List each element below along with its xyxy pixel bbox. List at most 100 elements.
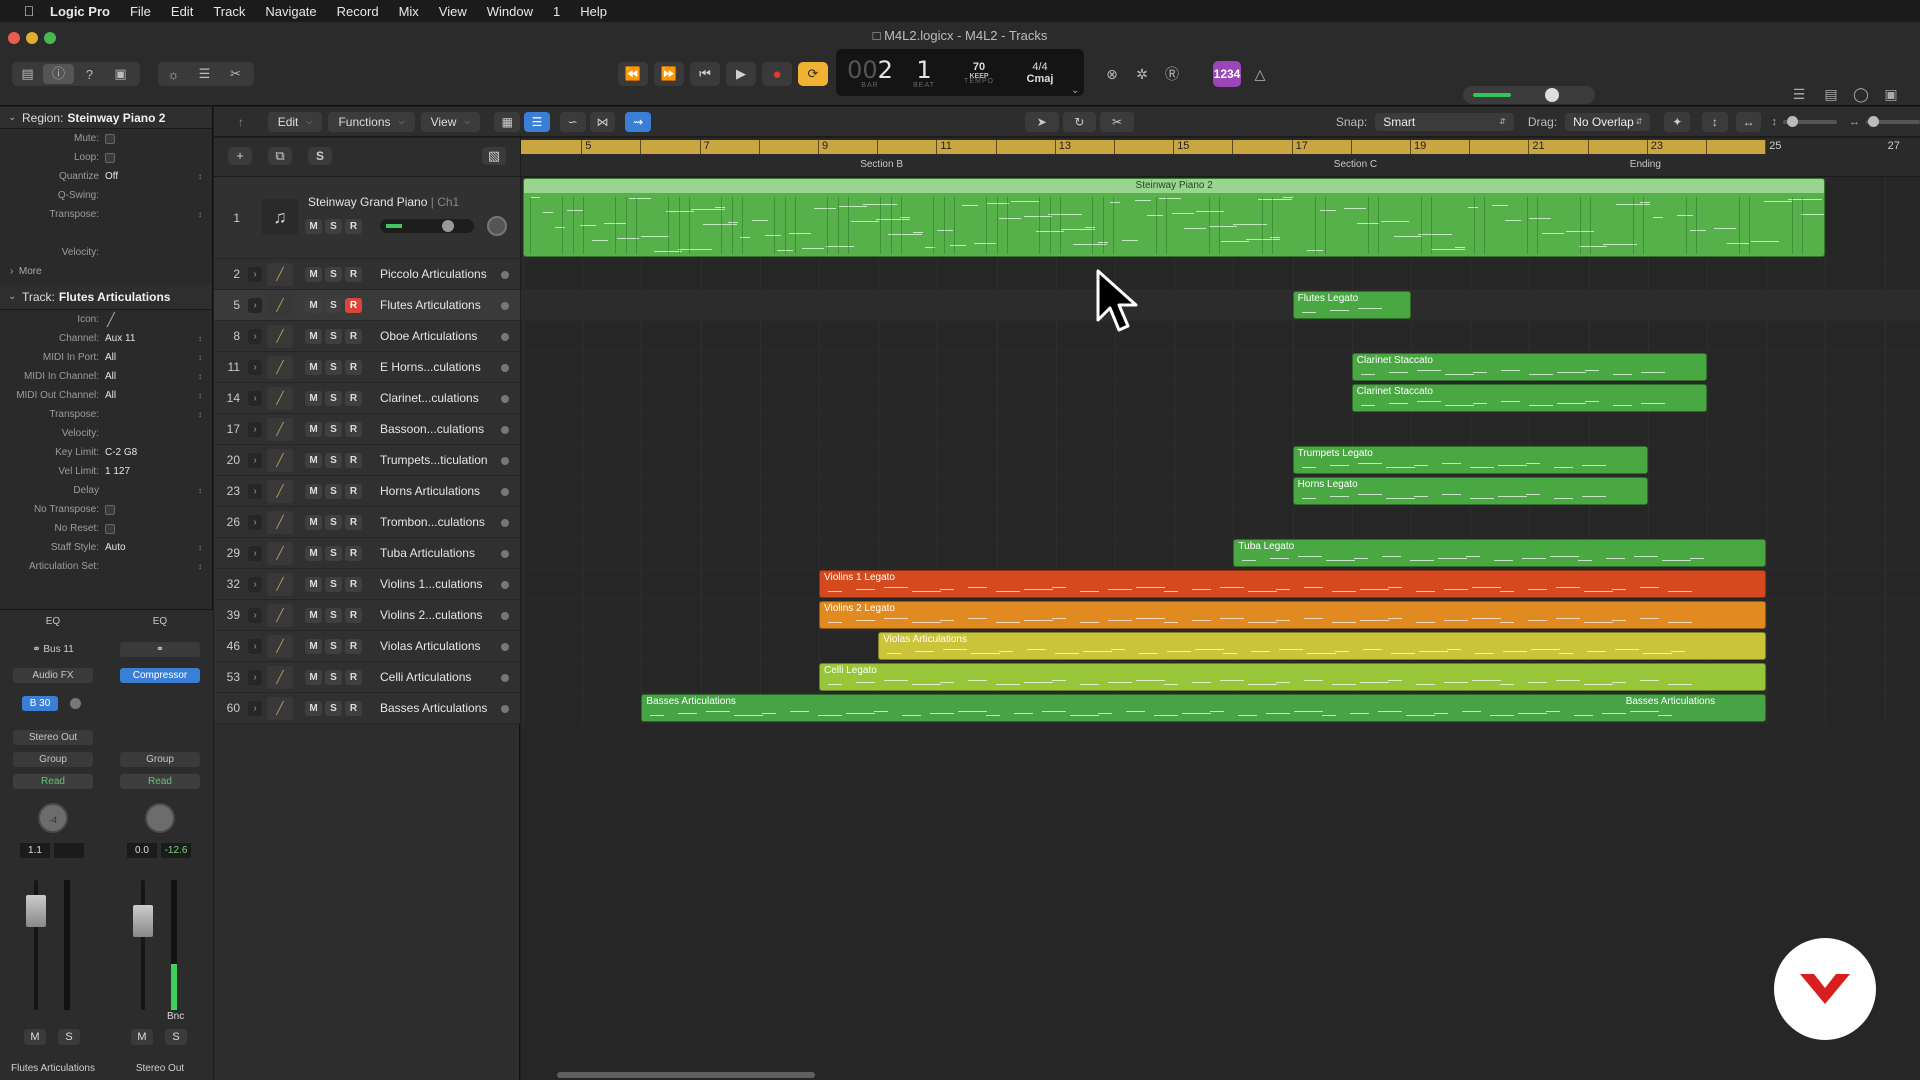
play-button[interactable]: ▶ — [726, 62, 756, 86]
toolbar-menu-edit[interactable]: Edit ⌵ — [267, 111, 323, 132]
duplicate-track-icon[interactable]: ⧉ — [268, 147, 292, 165]
menu-item[interactable]: 1 — [543, 4, 570, 19]
marker[interactable]: Ending — [1630, 159, 1661, 170]
inspector-icon[interactable]: ⓘ — [43, 64, 74, 84]
pan-knob[interactable] — [145, 803, 175, 833]
track-header[interactable]: 60 › ╱ M S R Basses Articulations — [214, 693, 520, 724]
instrument-icon[interactable]: ╱ — [267, 325, 293, 348]
inspector-row[interactable]: MIDI In Port: All ↕ — [0, 348, 212, 367]
menu-item[interactable]: File — [120, 4, 161, 19]
snap-to-grid-icon[interactable]: ⇝ — [625, 111, 651, 132]
stepper-icon[interactable]: ↕ — [198, 391, 202, 400]
lcd-display[interactable]: 002 BAR 1 BEAT 70 KEEP TEMPO 4/4 Cmaj — [836, 49, 1084, 96]
record-enable-button[interactable]: R — [345, 484, 362, 499]
bounce-button[interactable]: Bnc — [167, 1011, 184, 1022]
stepper-icon[interactable]: ↕ — [198, 334, 202, 343]
lcd-chevron-down-icon[interactable]: ⌄ — [1071, 85, 1079, 96]
record-button[interactable]: ● — [762, 62, 792, 86]
solo-button[interactable]: S — [325, 546, 342, 561]
toolbar-menu-functions[interactable]: Functions ⌵ — [328, 111, 415, 132]
inspector-row[interactable]: Delay ↕ — [0, 481, 212, 500]
track-lane[interactable] — [521, 414, 1920, 445]
midi-region[interactable]: Violas Articulations — [878, 632, 1767, 660]
menu-item[interactable]: Mix — [389, 4, 429, 19]
library-icon[interactable]: ▤ — [12, 66, 43, 82]
inspector-row[interactable]: No Transpose: — [0, 500, 212, 519]
mute-button[interactable]: M — [305, 639, 322, 654]
solo-button[interactable]: S — [325, 453, 342, 468]
record-enable-button[interactable]: R — [345, 298, 362, 313]
midi-region[interactable]: Violins 2 Legato — [819, 601, 1767, 629]
mute-button[interactable]: M — [305, 219, 322, 234]
midi-region[interactable]: Horns Legato — [1292, 477, 1648, 505]
solo-button[interactable]: S — [325, 360, 342, 375]
mute-button[interactable]: M — [305, 546, 322, 561]
group-slot[interactable]: Group — [13, 752, 93, 767]
disclosure-chevron-icon[interactable]: › — [248, 701, 262, 716]
master-volume-slider[interactable] — [1463, 86, 1595, 104]
replace-icon[interactable]: ⊗ — [1100, 62, 1124, 86]
midi-region[interactable]: Celli Legato — [819, 663, 1767, 691]
instrument-icon[interactable]: ╱ — [267, 387, 293, 410]
horizontal-fit-icon[interactable]: ↔ — [1735, 111, 1762, 132]
inspector-row[interactable]: MIDI In Channel: All ↕ — [0, 367, 212, 386]
track-volume-slider[interactable] — [380, 219, 474, 233]
track-icon[interactable]: ╱ — [107, 312, 115, 328]
output-slot[interactable]: Stereo Out — [13, 730, 93, 745]
menu-item[interactable]: Help — [570, 4, 617, 19]
midi-region[interactable]: Clarinet Staccato — [1351, 353, 1707, 381]
inspector-row[interactable]: Loop: — [0, 148, 212, 167]
record-enable-button[interactable]: R — [345, 391, 362, 406]
audio-fx-slot[interactable]: Audio FX — [13, 668, 93, 683]
record-enable-button[interactable]: R — [345, 267, 362, 282]
pointer-tool-icon[interactable]: ➤ — [1024, 111, 1059, 132]
track-header[interactable]: 8 › ╱ M S R Oboe Articulations — [214, 321, 520, 352]
marker[interactable]: Section C — [1334, 159, 1377, 170]
strip-solo-button[interactable]: S — [58, 1029, 80, 1045]
track-lane[interactable] — [521, 352, 1920, 383]
lcd-signature[interactable]: 4/4 Cmaj — [1014, 49, 1066, 96]
editors-icon[interactable]: ✂ — [220, 66, 251, 82]
vertical-zoom-slider[interactable]: ↕ — [1771, 115, 1837, 128]
mute-button[interactable]: M — [305, 422, 322, 437]
list-editors-icon[interactable]: ☰ — [1788, 86, 1810, 104]
add-track-icon[interactable]: + — [228, 147, 252, 165]
instrument-icon[interactable]: ╱ — [267, 666, 293, 689]
solo-button[interactable]: S — [325, 329, 342, 344]
tracks-workspace[interactable]: Steinway Piano 2 Flutes Legato Clarinet St… — [521, 177, 1920, 1080]
solo-button[interactable]: S — [325, 608, 342, 623]
ruler[interactable]: 5 7 9 11 13 15 17 19 21 23 25 27 Section B Section C E… — [521, 138, 1920, 177]
track-lane[interactable] — [521, 290, 1920, 321]
mute-button[interactable]: M — [305, 453, 322, 468]
solo-icon[interactable]: Ⓡ — [1160, 62, 1184, 86]
track-header[interactable]: 20 › ╱ M S R Trumpets...ticulation — [214, 445, 520, 476]
record-enable-button[interactable]: R — [345, 219, 362, 234]
bus-slot[interactable]: B 30 — [22, 696, 58, 711]
inspector-row[interactable]: Staff Style: Auto ↕ — [0, 538, 212, 557]
horizontal-scrollbar[interactable] — [557, 1072, 815, 1078]
stepper-icon[interactable]: ↕ — [198, 372, 202, 381]
track-pan-knob[interactable] — [487, 216, 507, 236]
midi-region[interactable]: Trumpets Legato — [1292, 446, 1648, 474]
instrument-icon[interactable]: ╱ — [267, 480, 293, 503]
midi-region[interactable]: Basses Articulations Basses Articulations — [641, 694, 1767, 722]
list-view-icon[interactable]: ☰ — [524, 111, 550, 132]
scissors-tool-icon[interactable]: ✂ — [1100, 111, 1134, 132]
inspector-row[interactable]: Icon: ╱ — [0, 310, 212, 329]
menu-item[interactable]: Navigate — [255, 4, 326, 19]
inspector-row[interactable]: MIDI Out Channel: All ↕ — [0, 386, 212, 405]
track-header[interactable]: 1 ♫ M S R Steinway Grand Piano | Ch1 — [214, 177, 520, 259]
menu-item[interactable]: View — [429, 4, 477, 19]
midi-region[interactable]: Clarinet Staccato — [1351, 384, 1707, 412]
instrument-icon[interactable]: ╱ — [267, 294, 293, 317]
track-header[interactable]: 5 › ╱ M S R Flutes Articulations — [214, 290, 520, 321]
waveform-zoom-icon[interactable]: ✦ — [1664, 111, 1691, 132]
checkbox[interactable] — [105, 133, 115, 144]
count-in-button[interactable]: 1234 — [1213, 61, 1241, 87]
instrument-icon[interactable]: ╱ — [267, 697, 293, 720]
snap-select[interactable]: Smart ⇵ — [1375, 112, 1514, 131]
inspector-row[interactable]: Channel: Aux 11 ↕ — [0, 329, 212, 348]
master-volume-knob[interactable] — [1545, 88, 1559, 102]
cycle-button[interactable]: ⟳ — [798, 62, 828, 86]
volume-value[interactable]: 1.1 — [20, 843, 50, 858]
